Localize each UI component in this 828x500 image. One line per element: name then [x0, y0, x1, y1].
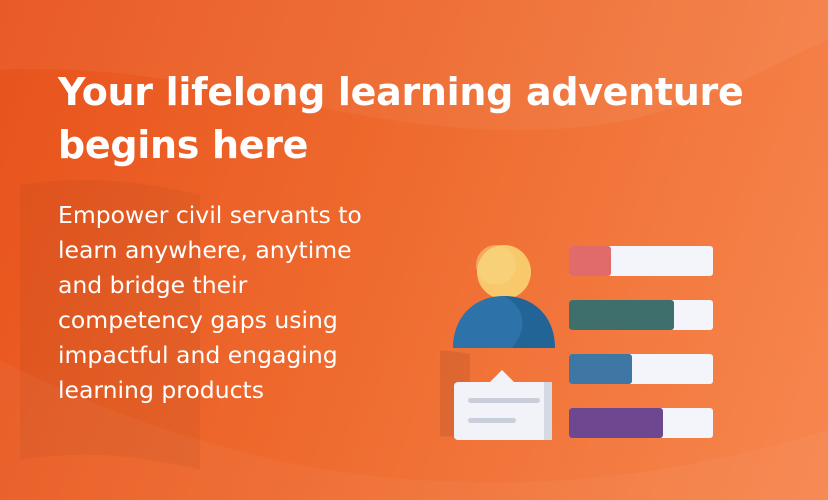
progress-fill	[569, 354, 632, 384]
progress-bar-1	[569, 246, 713, 276]
progress-bar-2	[569, 300, 713, 330]
progress-fill	[569, 408, 663, 438]
progress-bar-list	[569, 246, 713, 438]
hero-banner: Your lifelong learning adventure begins …	[0, 0, 828, 500]
hero-headline: Your lifelong learning adventure begins …	[58, 70, 744, 167]
progress-bar-3	[569, 354, 713, 384]
learner-avatar-icon	[453, 245, 555, 348]
hero-description: Empower civil servants to learn anywhere…	[58, 201, 362, 404]
progress-fill	[569, 300, 674, 330]
learning-illustration	[440, 245, 713, 440]
progress-bar-4	[569, 408, 713, 438]
progress-fill	[569, 246, 611, 276]
